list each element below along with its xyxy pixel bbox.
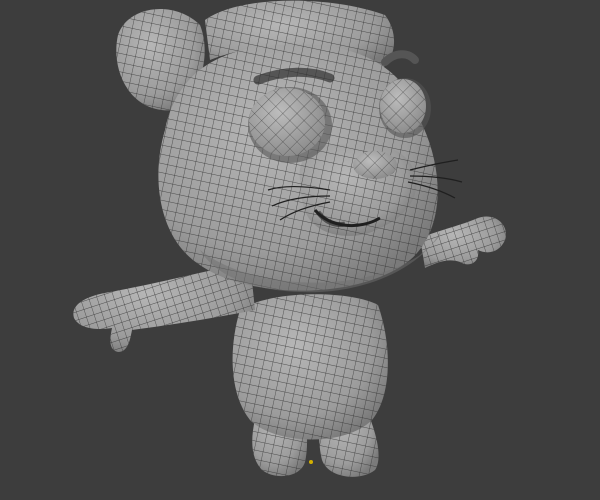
viewport-canvas[interactable] [0,0,600,500]
origin-marker [309,460,313,464]
left-eye [248,87,332,163]
right-eye [379,78,431,138]
torso [232,294,388,440]
right-arm [420,216,506,268]
3d-viewport[interactable] [0,0,600,500]
